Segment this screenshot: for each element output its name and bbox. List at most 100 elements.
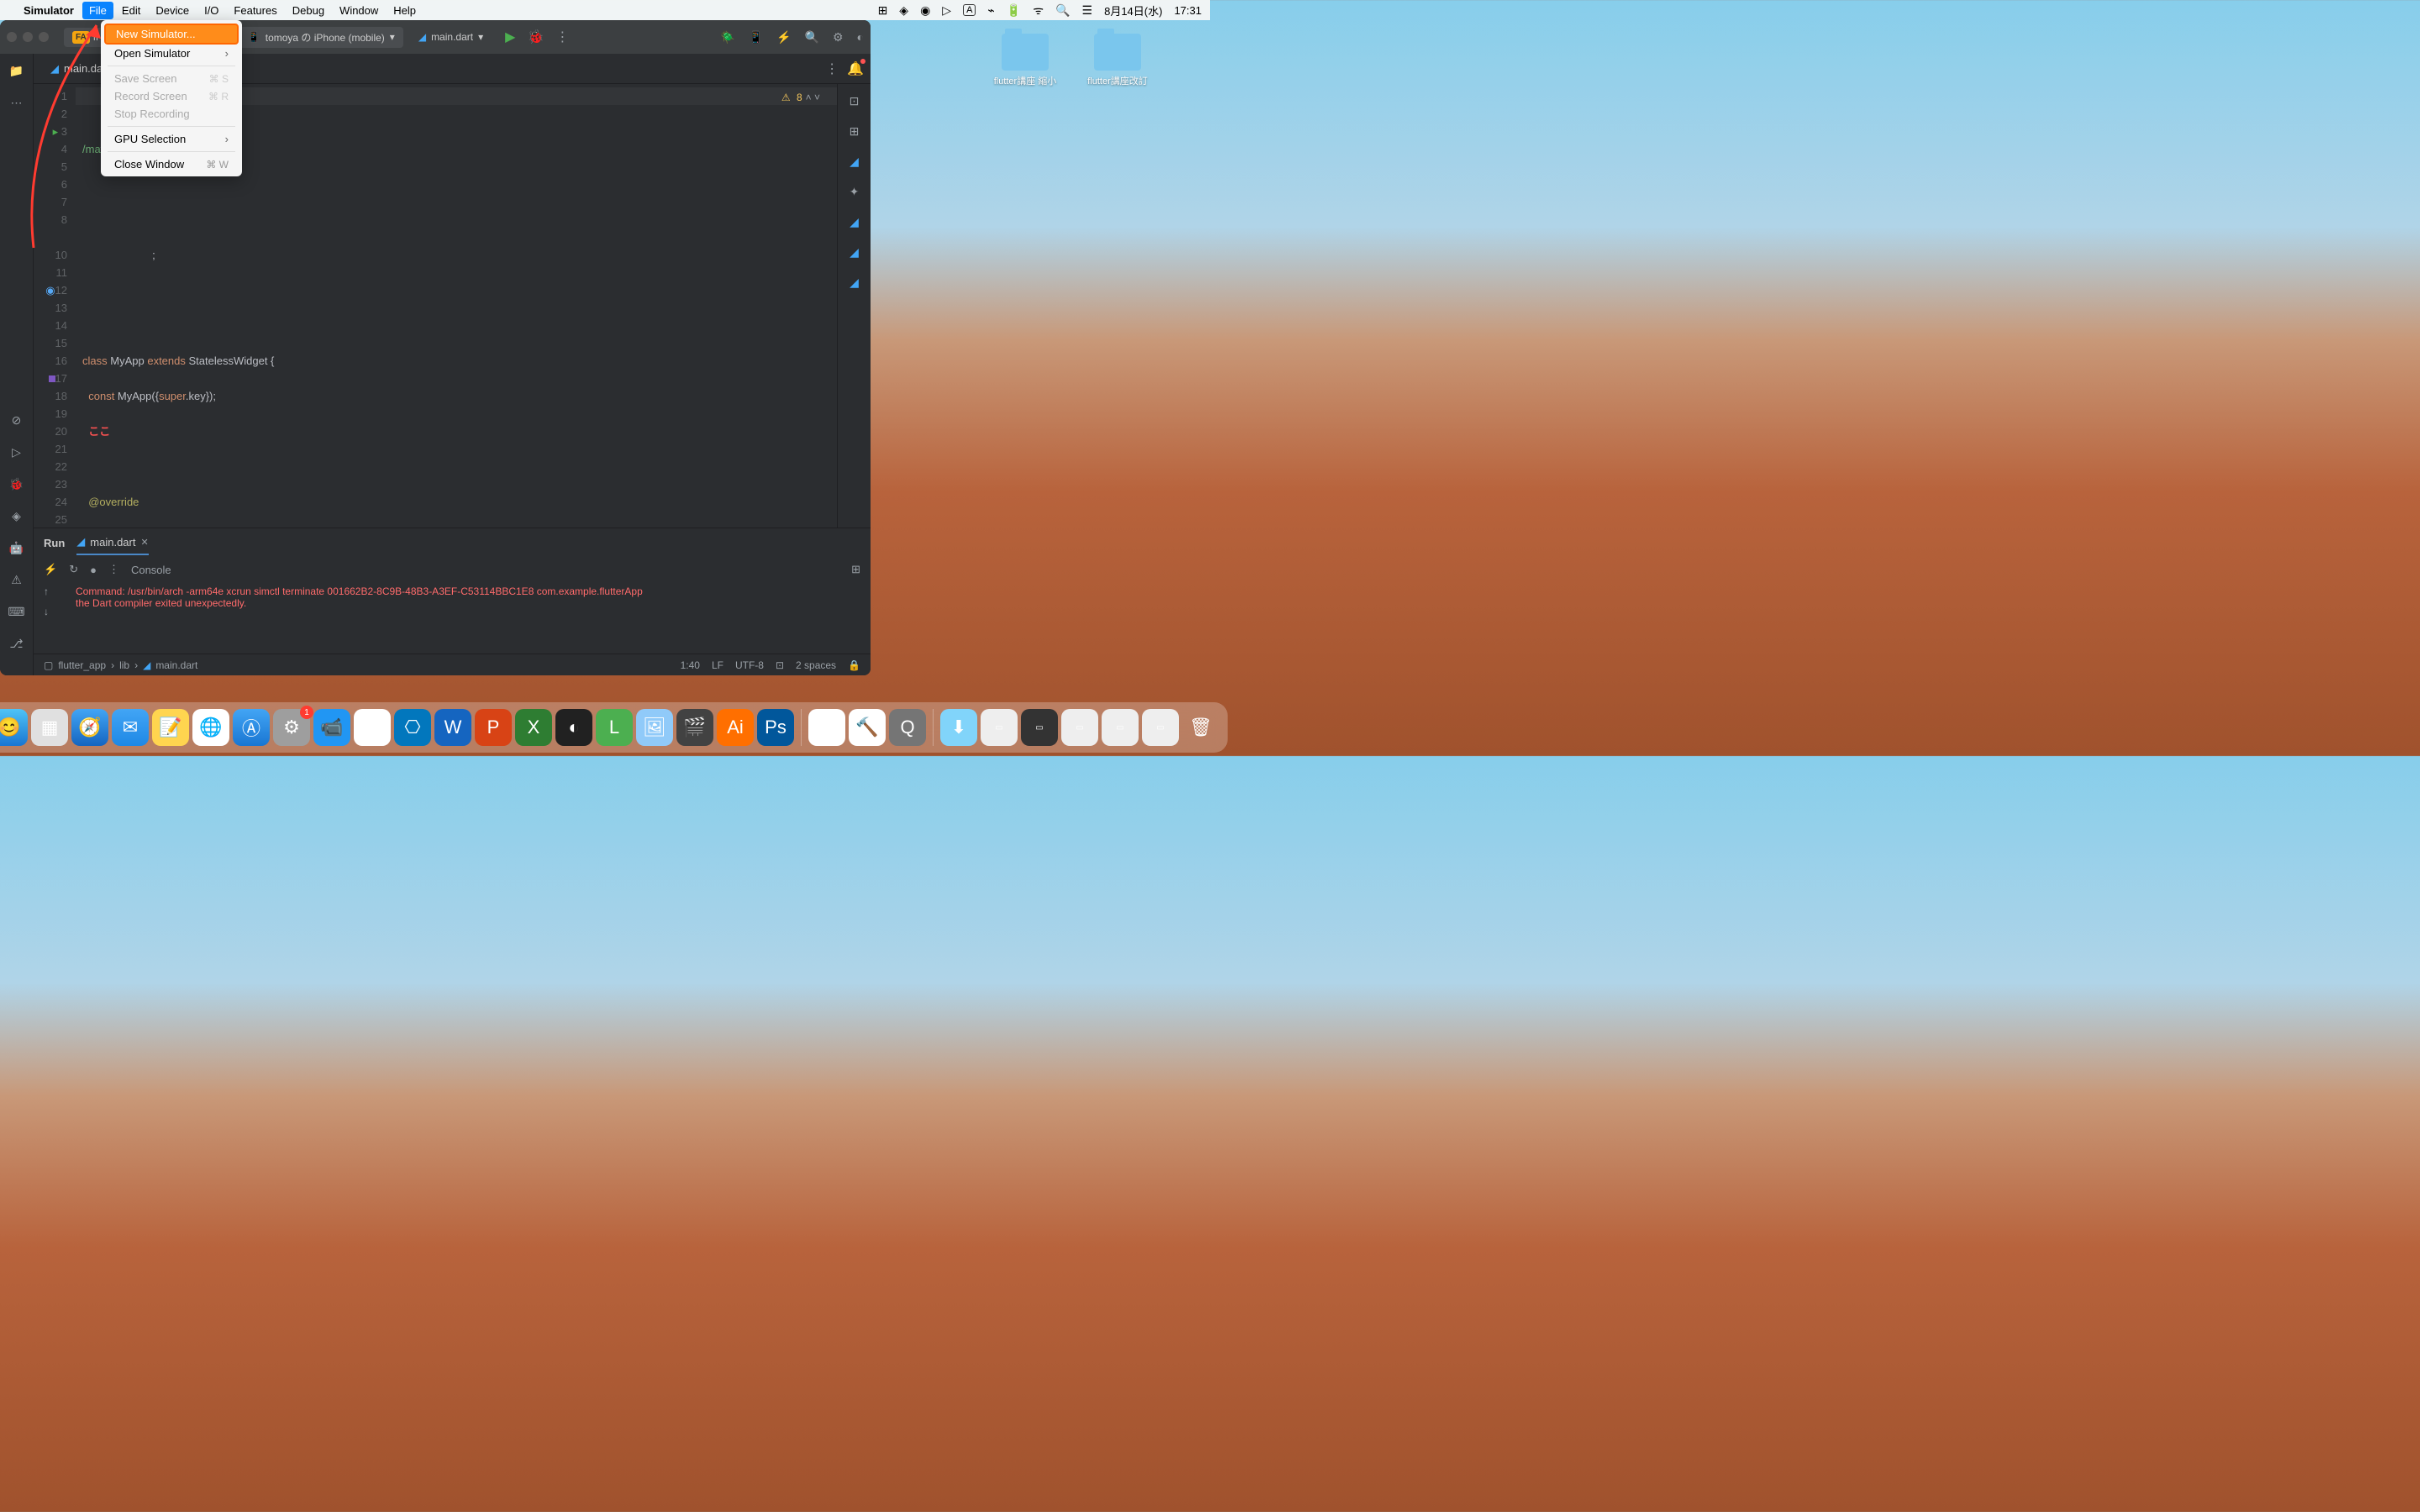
reload-icon[interactable]: ↻ (69, 563, 78, 576)
console-output[interactable]: ↑ ↓ Command: /usr/bin/arch -arm64e xcrun… (34, 582, 871, 654)
menu-open-simulator[interactable]: Open Simulator› (101, 45, 242, 62)
bug-icon[interactable]: 🐞 (8, 475, 25, 492)
desktop-folder-1[interactable]: flutter講座 縮小 (992, 34, 1059, 87)
dock-mail[interactable]: ✉ (112, 709, 149, 746)
line-ending[interactable]: LF (712, 659, 723, 671)
warning-icon[interactable]: ⚠ (8, 571, 25, 588)
notifications-icon[interactable]: 🔔 (847, 60, 864, 77)
desktop-folder-2[interactable]: flutter講座改訂 (1084, 34, 1151, 87)
date-label[interactable]: 8月14日(水) (1104, 3, 1162, 18)
menu-device[interactable]: Device (155, 4, 189, 17)
dock-recent-4[interactable]: ▭ (1102, 709, 1139, 746)
up-icon[interactable]: ↑ (44, 585, 49, 597)
circle-icon[interactable]: ● (90, 564, 97, 576)
menu-window[interactable]: Window (339, 4, 378, 17)
bluetooth-icon[interactable]: ⌁ (987, 3, 994, 18)
lock-icon[interactable]: 🔒 (848, 659, 860, 671)
dock-chrome[interactable]: 🌐 (192, 709, 229, 746)
dock-recent-5[interactable]: ▭ (1142, 709, 1179, 746)
dock-trash[interactable]: 🗑 (1182, 709, 1219, 746)
terminal-icon[interactable]: ⌨ (8, 603, 25, 620)
tool-icon-2[interactable]: ⊞ (846, 123, 863, 139)
git-icon[interactable]: ⎇ (8, 635, 25, 652)
run-subtab[interactable]: ◢ main.dart ✕ (76, 535, 148, 555)
dock-excel[interactable]: X (515, 709, 552, 746)
maximize-dot[interactable] (39, 32, 49, 42)
folder-icon[interactable]: 📁 (8, 62, 25, 79)
breadcrumb[interactable]: ▢ flutter_app› lib› ◢ main.dart (44, 659, 197, 671)
flutter-icon-2[interactable]: ◢ (846, 213, 863, 230)
layout-icon[interactable]: ⊞ (851, 563, 860, 576)
dock-illustrator[interactable]: Ai (717, 709, 754, 746)
menu-io[interactable]: I/O (204, 4, 218, 17)
menu-debug[interactable]: Debug (292, 4, 324, 17)
dock-appstore[interactable]: Ⓐ (233, 709, 270, 746)
dock-finder[interactable]: 😊 (0, 709, 28, 746)
dock-safari[interactable]: 🧭 (71, 709, 108, 746)
device-icon[interactable]: 📱 (749, 30, 763, 45)
dock-preview[interactable]: 🖼 (636, 709, 673, 746)
input-source[interactable]: A (963, 4, 976, 16)
traffic-lights[interactable] (7, 32, 49, 42)
menu-file[interactable]: File (82, 2, 113, 19)
debug-button[interactable]: 🐞 (527, 29, 544, 45)
dock-notes[interactable]: 📝 (152, 709, 189, 746)
close-dot[interactable] (7, 32, 17, 42)
run-tab[interactable]: Run (44, 537, 65, 549)
menu-gpu-selection[interactable]: GPU Selection› (101, 130, 242, 148)
flutter-icon-3[interactable]: ◢ (846, 244, 863, 260)
search-icon[interactable]: 🔍 (1055, 3, 1070, 18)
run-button[interactable]: ▶ (505, 29, 515, 45)
status-icon-3[interactable]: ◉ (920, 3, 930, 18)
dock-launchpad[interactable]: ▦ (31, 709, 68, 746)
minimize-dot[interactable] (23, 32, 33, 42)
play-icon[interactable]: ▷ (8, 444, 25, 460)
dock-settings[interactable]: ⚙1 (273, 709, 310, 746)
flash-icon[interactable]: ⚡ (776, 30, 791, 45)
wifi-icon[interactable]: ᯤ (1033, 3, 1044, 18)
down-icon[interactable]: ↓ (44, 606, 49, 617)
status-icon-2[interactable]: ◈ (899, 3, 908, 18)
more-icon[interactable]: ⋮ (108, 563, 119, 576)
dock-quicktime[interactable]: Q (889, 709, 926, 746)
debug-icon[interactable]: 🪲 (720, 30, 734, 45)
more-icon[interactable]: ⋯ (8, 94, 25, 111)
dock-recent-2[interactable]: ▭ (1021, 709, 1058, 746)
dock-downloads[interactable]: ⬇ (940, 709, 977, 746)
flutter-icon-4[interactable]: ◢ (846, 274, 863, 291)
run-config-selector[interactable]: ◢ main.dart ▾ (410, 28, 492, 46)
status-icon-1[interactable]: ⊞ (878, 3, 888, 18)
search-icon[interactable]: 🔍 (805, 30, 819, 45)
dock-word[interactable]: W (434, 709, 471, 746)
dock-figma[interactable]: ◐ (555, 709, 592, 746)
dock-powerpoint[interactable]: P (475, 709, 512, 746)
dock-slack[interactable]: ✱ (354, 709, 391, 746)
readonly-icon[interactable]: ⊡ (776, 659, 784, 671)
settings-icon[interactable]: ⚙ (833, 30, 844, 45)
no-icon[interactable]: ⊘ (8, 412, 25, 428)
menu-edit[interactable]: Edit (122, 4, 140, 17)
cursor-position[interactable]: 1:40 (681, 659, 700, 671)
sparkle-icon[interactable]: ✦ (846, 183, 863, 200)
flutter-icon[interactable]: ◢ (846, 153, 863, 170)
menu-new-simulator[interactable]: New Simulator... (104, 24, 239, 45)
app-name[interactable]: Simulator (24, 4, 74, 17)
more-button[interactable]: ⋮ (555, 29, 569, 45)
battery-icon[interactable]: 🔋 (1007, 3, 1021, 18)
device-selector[interactable]: 📱 tomoya の iPhone (mobile) ▾ (239, 27, 403, 48)
dock-recent-1[interactable]: ▭ (981, 709, 1018, 746)
close-icon[interactable]: ✕ (140, 537, 148, 548)
dock-vscode[interactable]: ⎔ (394, 709, 431, 746)
play-icon[interactable]: ▷ (942, 3, 951, 18)
diamond-icon[interactable]: ◈ (8, 507, 25, 524)
flash-icon[interactable]: ⚡ (44, 563, 57, 576)
menu-close-window[interactable]: Close Window⌘ W (101, 155, 242, 173)
dock-line[interactable]: L (596, 709, 633, 746)
dock-xcode[interactable]: 🔨 (849, 709, 886, 746)
dock-fcpx[interactable]: 🎬 (676, 709, 713, 746)
tool-icon-1[interactable]: ⊡ (846, 92, 863, 109)
tab-more-icon[interactable]: ⋮ (825, 60, 839, 77)
dock-zoom[interactable]: 📹 (313, 709, 350, 746)
dock-androidstudio[interactable]: ▲ (808, 709, 845, 746)
indent[interactable]: 2 spaces (796, 659, 836, 671)
